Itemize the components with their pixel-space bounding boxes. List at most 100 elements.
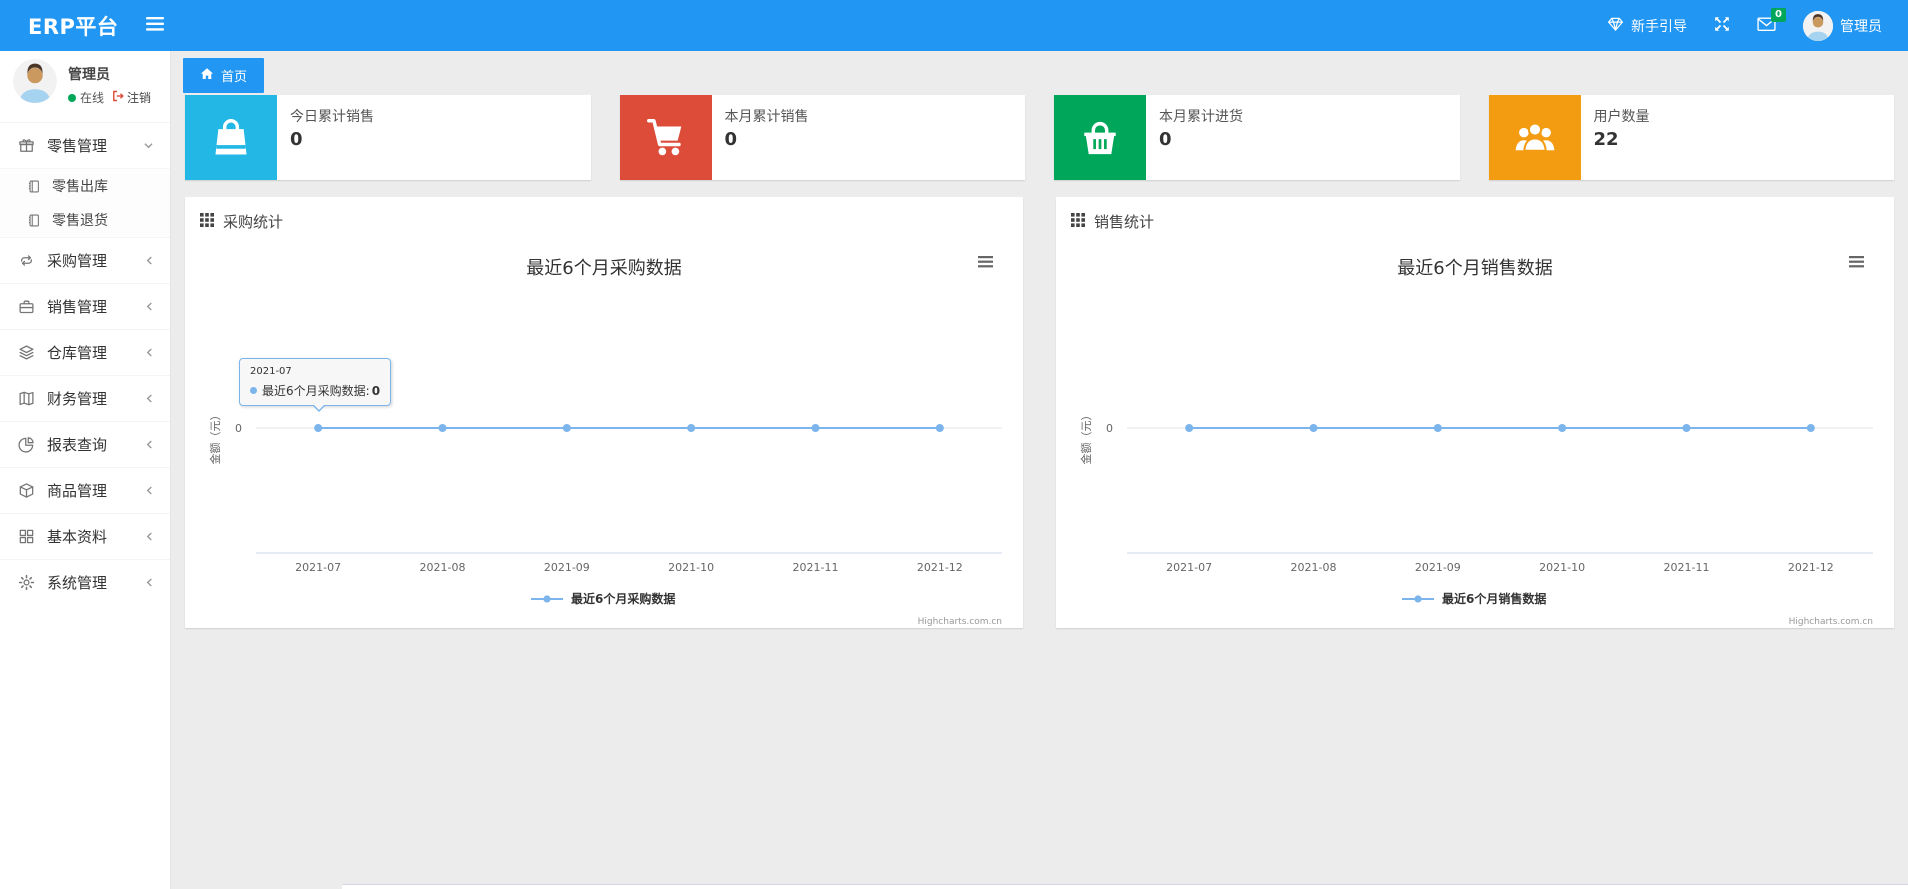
repeat-icon bbox=[18, 252, 37, 269]
journal-icon bbox=[27, 179, 43, 194]
sidebar-item-product[interactable]: 商品管理 bbox=[0, 467, 170, 513]
avatar bbox=[1803, 10, 1833, 41]
chevron-down-icon bbox=[143, 141, 154, 150]
chart-legend[interactable]: 最近6个月采购数据 bbox=[531, 591, 675, 606]
app-brand: ERP平台 bbox=[28, 14, 119, 39]
sidebar-item-sales[interactable]: 销售管理 bbox=[0, 283, 170, 329]
stat-cards: 今日累计销售 0 本月累计销售 0 本月累计进货 0 用户数量 22 bbox=[185, 95, 1894, 180]
sidebar-user-name: 管理员 bbox=[68, 67, 110, 83]
sidebar-item-retail-return[interactable]: 零售退货 bbox=[0, 203, 170, 237]
sidebar-item-label: 系统管理 bbox=[47, 574, 108, 592]
data-point[interactable] bbox=[1309, 424, 1318, 432]
stat-card-user-count: 用户数量 22 bbox=[1488, 95, 1894, 180]
cube-icon bbox=[18, 482, 37, 499]
x-tick-label: 2021-07 bbox=[1166, 561, 1212, 574]
panel-title: 销售统计 bbox=[1094, 213, 1155, 231]
chart-context-menu-icon[interactable] bbox=[978, 256, 993, 268]
journal-icon bbox=[27, 213, 43, 228]
hamburger-icon bbox=[146, 16, 165, 35]
chart-tooltip: 2021-07 最近6个月采购数据:0 bbox=[239, 358, 392, 412]
sidebar-item-system[interactable]: 系统管理 bbox=[0, 559, 170, 605]
x-tick-label: 2021-10 bbox=[1539, 561, 1585, 574]
tab-bar: 首页 bbox=[171, 51, 1908, 95]
y-tick-label: 0 bbox=[1106, 422, 1113, 435]
basket-icon bbox=[1054, 95, 1146, 180]
chevron-left-icon bbox=[145, 255, 154, 266]
tab-home[interactable]: 首页 bbox=[183, 58, 265, 93]
gem-icon bbox=[1607, 16, 1624, 36]
sidebar-item-purchase[interactable]: 采购管理 bbox=[0, 237, 170, 283]
x-tick-label: 2021-08 bbox=[1291, 561, 1337, 574]
sidebar: 管理员 在线 注销 零售管理 零售出库零售退货采购管理销售管理仓库管理财务管理报表… bbox=[0, 51, 171, 889]
chevron-left-icon bbox=[145, 531, 154, 542]
user-menu[interactable]: 管理员 bbox=[1803, 10, 1882, 41]
x-tick-label: 2021-07 bbox=[295, 561, 341, 574]
guide-button[interactable]: 新手引导 bbox=[1607, 16, 1687, 36]
x-tick-label: 2021-11 bbox=[1664, 561, 1710, 574]
data-point[interactable] bbox=[562, 424, 571, 432]
data-point[interactable] bbox=[1806, 424, 1815, 432]
y-axis-title: 金额（元） bbox=[208, 410, 222, 465]
data-point[interactable] bbox=[1558, 424, 1567, 432]
data-point[interactable] bbox=[438, 424, 447, 432]
stat-card-value: 0 bbox=[724, 129, 738, 150]
users-icon bbox=[1488, 95, 1581, 180]
data-point[interactable] bbox=[1185, 424, 1194, 432]
guide-label: 新手引导 bbox=[1631, 18, 1687, 35]
chart-panels: 采购统计 最近6个月采购数据 0 金额（元） 2021-07 2021-08 2021-0… bbox=[185, 197, 1894, 628]
svg-text:最近6个月销售数据: 最近6个月销售数据 bbox=[1442, 591, 1546, 606]
stat-card-month-sales: 本月累计销售 0 bbox=[619, 95, 1025, 180]
data-point[interactable] bbox=[1433, 424, 1442, 432]
fullscreen-button[interactable] bbox=[1714, 16, 1730, 36]
sidebar-item-label: 基本资料 bbox=[47, 528, 108, 546]
chevron-left-icon bbox=[145, 347, 154, 358]
sidebar-user-panel: 管理员 在线 注销 bbox=[0, 51, 170, 112]
chart-legend[interactable]: 最近6个月销售数据 bbox=[1402, 591, 1546, 606]
logout-link[interactable]: 注销 bbox=[112, 89, 151, 106]
chart-title: 最近6个月销售数据 bbox=[1397, 258, 1552, 279]
sidebar-item-report[interactable]: 报表查询 bbox=[0, 421, 170, 467]
chart-credits[interactable]: Highcharts.com.cn bbox=[1789, 617, 1873, 627]
expand-icon bbox=[1714, 16, 1730, 36]
messages-button[interactable]: 0 bbox=[1757, 7, 1786, 36]
stat-card-label: 今日累计销售 bbox=[290, 109, 374, 125]
data-point[interactable] bbox=[314, 424, 323, 432]
data-point[interactable] bbox=[935, 424, 944, 432]
chevron-left-icon bbox=[145, 577, 154, 588]
sidebar-item-label: 财务管理 bbox=[47, 390, 108, 408]
data-point[interactable] bbox=[687, 424, 696, 432]
purchase-chart-svg: 最近6个月采购数据 0 金额（元） 2021-07 2021-08 2021-09 2021… bbox=[208, 256, 1002, 627]
bag-icon bbox=[185, 95, 277, 180]
home-icon bbox=[200, 67, 214, 84]
x-tick-label: 2021-11 bbox=[793, 561, 839, 574]
sidebar-item-label: 销售管理 bbox=[47, 298, 108, 316]
sidebar-item-finance[interactable]: 财务管理 bbox=[0, 375, 170, 421]
mail-badge: 0 bbox=[1771, 7, 1786, 22]
chart-context-menu-icon[interactable] bbox=[1849, 256, 1864, 268]
stat-card-value: 0 bbox=[1159, 129, 1172, 150]
chart-credits[interactable]: Highcharts.com.cn bbox=[918, 617, 1002, 627]
user-name: 管理员 bbox=[1840, 18, 1882, 35]
series-marker-dot bbox=[250, 387, 257, 394]
sidebar-item-warehouse[interactable]: 仓库管理 bbox=[0, 329, 170, 375]
stat-card-label: 本月累计销售 bbox=[724, 109, 809, 125]
data-point[interactable] bbox=[1682, 424, 1691, 432]
sales-chart: 最近6个月销售数据 0 金额（元） 2021-07 2021-08 2021-09 2021… bbox=[1056, 240, 1894, 628]
sidebar-item-retail-outbound[interactable]: 零售出库 bbox=[0, 169, 170, 203]
x-tick-label: 2021-10 bbox=[668, 561, 714, 574]
data-point[interactable] bbox=[811, 424, 820, 432]
x-tick-label: 2021-09 bbox=[544, 561, 590, 574]
sidebar-menu: 零售管理 零售出库零售退货采购管理销售管理仓库管理财务管理报表查询 商品管理基本资料… bbox=[0, 122, 170, 605]
pie-chart-icon bbox=[18, 436, 37, 453]
chevron-left-icon bbox=[145, 301, 154, 312]
stat-card-label: 本月累计进货 bbox=[1159, 109, 1243, 125]
sidebar-item-label: 零售退货 bbox=[52, 213, 108, 229]
briefcase-icon bbox=[18, 298, 37, 315]
sales-chart-svg: 最近6个月销售数据 0 金额（元） 2021-07 2021-08 2021-09 2021… bbox=[1079, 256, 1873, 627]
sidebar-item-basic-data[interactable]: 基本资料 bbox=[0, 513, 170, 559]
cart-icon bbox=[619, 95, 712, 180]
sidebar-item-retail[interactable]: 零售管理 bbox=[0, 122, 170, 168]
y-axis-title: 金额（元） bbox=[1079, 410, 1093, 465]
purchase-chart: 最近6个月采购数据 0 金额（元） 2021-07 2021-08 2021-09 2021… bbox=[185, 240, 1023, 628]
sidebar-toggle-button[interactable] bbox=[138, 9, 172, 43]
